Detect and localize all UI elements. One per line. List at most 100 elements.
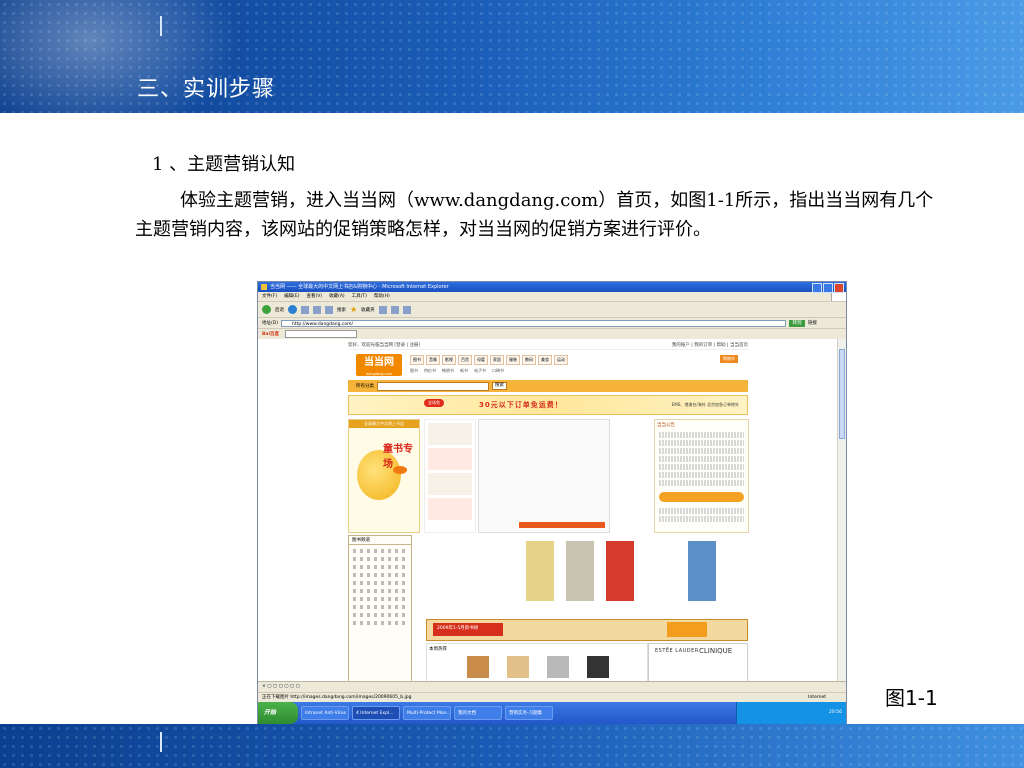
category-line[interactable] [353, 613, 407, 617]
menu-view[interactable]: 查看(V) [306, 292, 322, 301]
subnav-item[interactable]: 电子书 [474, 368, 486, 376]
scrollbar-thumb[interactable] [839, 349, 845, 439]
dd-search-button[interactable]: 搜索 [492, 382, 507, 390]
book-cover[interactable] [606, 541, 634, 601]
category-line[interactable] [353, 549, 407, 553]
taskbar-item[interactable]: 4 Internet Expl... [352, 706, 400, 720]
dd-search-input[interactable] [377, 381, 489, 391]
kids-book-promo[interactable]: 全球最大中文网上书店 童书专场 [348, 419, 420, 533]
favorites-star-icon[interactable]: ★ [350, 305, 357, 314]
forward-icon[interactable] [288, 305, 297, 314]
dd-welcome[interactable]: 您好，欢迎光临当当网 [登录 | 注册] [348, 342, 420, 349]
category-line[interactable] [353, 565, 407, 569]
home-icon[interactable] [325, 305, 333, 314]
ie-title-bar: 当当网 —— 全球最大的中文网上书店&购物中心 - Microsoft Inte… [258, 282, 846, 293]
nav-item[interactable]: 家居 [490, 355, 504, 365]
loading-carousel[interactable] [478, 419, 610, 533]
menu-favorites[interactable]: 收藏(A) [329, 292, 345, 301]
category-line[interactable] [353, 621, 407, 625]
exam-book-promo[interactable] [424, 419, 476, 533]
notice-line[interactable] [659, 448, 744, 454]
featured-books [426, 535, 746, 615]
subnav-item[interactable]: 图书 [410, 368, 418, 376]
book-cover[interactable] [526, 541, 554, 601]
maximize-icon[interactable] [823, 283, 833, 293]
product-thumb[interactable] [507, 656, 529, 678]
notice-line[interactable] [659, 508, 744, 514]
search-scope-select[interactable]: 所有分类 [356, 383, 374, 389]
nav-item[interactable]: 服装 [506, 355, 520, 365]
refresh-icon[interactable] [313, 305, 321, 314]
product-thumb[interactable] [547, 656, 569, 678]
ie-find-bar: × ▢ ▢ ▢ ▢ ▢ ▢ [258, 682, 846, 693]
subnav-item[interactable]: 畅销书 [442, 368, 454, 376]
baidu-toolbar-logo[interactable]: Bai百度 [262, 331, 279, 337]
taskbar-item[interactable]: Intranet Anti-Virus [301, 706, 349, 720]
nav-item[interactable]: 音像 [426, 355, 440, 365]
category-line[interactable] [353, 581, 407, 585]
monthly-new-books-banner[interactable]: 2009年1-5月新书榜 [426, 619, 748, 641]
stop-icon[interactable] [301, 305, 309, 314]
mail-icon[interactable] [390, 305, 399, 314]
notice-line[interactable] [659, 464, 744, 470]
instruction-paragraph: 体验主题营销，进入当当网（www.dangdang.com）首页，如图1-1所示… [135, 190, 934, 240]
category-line[interactable] [353, 589, 407, 593]
coupon-banner[interactable] [659, 492, 744, 502]
book-cover[interactable] [688, 541, 716, 601]
taskbar-item[interactable]: Multi-Protect Mon... [403, 706, 451, 720]
notice-line[interactable] [659, 456, 744, 462]
nav-item[interactable]: 数码 [522, 355, 536, 365]
subnav-item[interactable]: 新书 [460, 368, 468, 376]
notice-line[interactable] [659, 440, 744, 446]
product-thumb[interactable] [467, 656, 489, 678]
notice-line[interactable] [659, 516, 744, 522]
category-line[interactable] [353, 573, 407, 577]
tray-clock[interactable]: 20:56 [829, 710, 842, 715]
dd-top-links[interactable]: 我的账户 | 我的订单 | 帮助 | 当当首页 [672, 342, 748, 349]
favorites-label[interactable]: 收藏夹 [361, 307, 375, 313]
go-button[interactable]: 转到 [788, 319, 805, 327]
menu-file[interactable]: 文件(F) [262, 292, 277, 301]
category-head[interactable]: 图书频道 [349, 536, 411, 545]
notice-line[interactable] [659, 480, 744, 486]
category-line[interactable] [353, 605, 407, 609]
nav-item[interactable]: 运动 [554, 355, 568, 365]
free-shipping-banner[interactable]: 全场免 30元以下订单免运费！ EMS、港澳台/海外 北京加急订单除外 [348, 395, 748, 415]
start-button[interactable]: 开始 [258, 702, 298, 724]
taskbar-item[interactable]: 我的文档 [454, 706, 502, 720]
nav-item[interactable]: 影视 [442, 355, 456, 365]
notice-line[interactable] [659, 432, 744, 438]
close-icon[interactable] [834, 283, 844, 293]
minimize-icon[interactable] [812, 283, 822, 293]
cart-button[interactable]: 购物车 [720, 355, 738, 363]
category-line[interactable] [353, 597, 407, 601]
notice-line[interactable] [659, 472, 744, 478]
nav-item[interactable]: 图书 [410, 355, 424, 365]
subnav-item[interactable]: 口碑书 [492, 368, 504, 376]
search-label[interactable]: 搜索 [337, 307, 346, 313]
menu-edit[interactable]: 编辑(E) [284, 292, 299, 301]
book-category-panel: 图书频道 [348, 535, 412, 687]
history-icon[interactable] [378, 305, 387, 314]
product-thumb[interactable] [587, 656, 609, 678]
ie-vertical-scrollbar[interactable] [837, 339, 846, 681]
dangdang-logo[interactable]: 当当网 dangdang.com [356, 354, 402, 376]
taskbar-item[interactable]: 营销实务-习题集 [505, 706, 553, 720]
back-icon[interactable] [262, 305, 271, 314]
toolbar-search-box[interactable] [285, 330, 358, 338]
nav-item[interactable]: 美妆 [538, 355, 552, 365]
promo-block [428, 423, 472, 445]
nav-item[interactable]: 母婴 [474, 355, 488, 365]
subnav-item[interactable]: 特价书 [424, 368, 436, 376]
nav-item[interactable]: 百货 [458, 355, 472, 365]
menu-tools[interactable]: 工具(T) [352, 292, 367, 301]
address-input[interactable]: http://www.dangdang.com/ [280, 319, 786, 327]
menu-help[interactable]: 帮助(H) [374, 292, 390, 301]
links-label[interactable]: 链接 [808, 320, 817, 326]
print-icon[interactable] [402, 305, 411, 314]
back-label[interactable]: 后退 [275, 307, 284, 313]
category-line[interactable] [353, 557, 407, 561]
book-cover[interactable] [566, 541, 594, 601]
cosmetics-ad[interactable]: ESTĒE LAUDER CLINIQUE [648, 643, 748, 685]
dd-top-line: 您好，欢迎光临当当网 [登录 | 注册] 我的账户 | 我的订单 | 帮助 | … [348, 342, 748, 350]
